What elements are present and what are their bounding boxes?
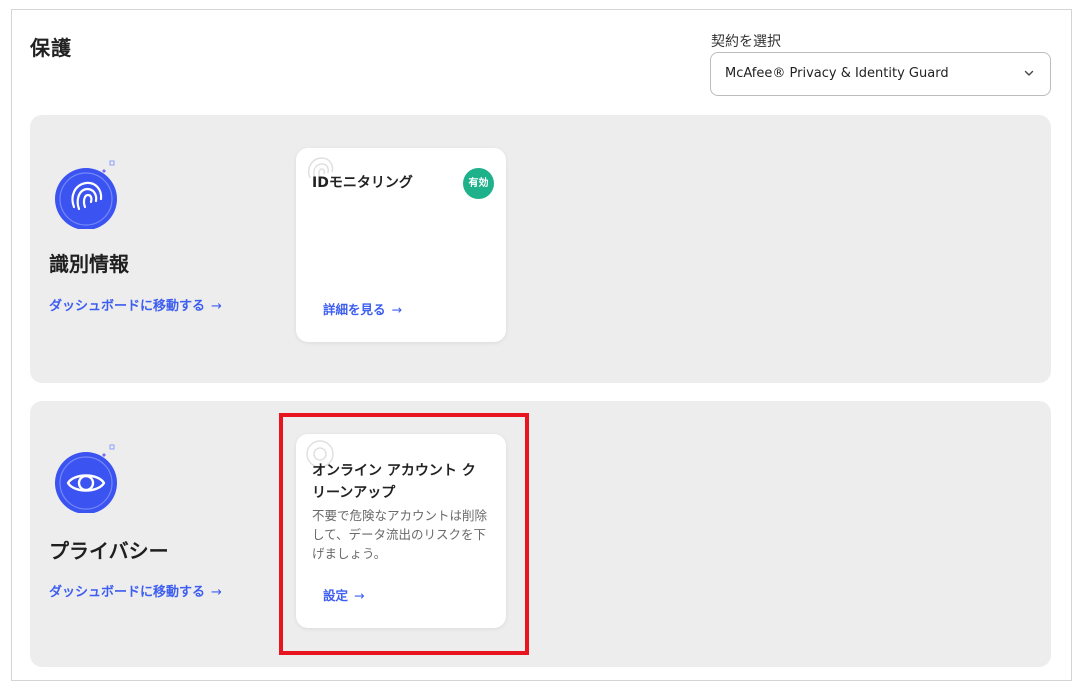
fingerprint-icon [55, 160, 117, 229]
contract-select-label: 契約を選択 [711, 34, 781, 50]
arrow-right-icon: → [354, 588, 365, 603]
id-monitoring-card[interactable]: IDモニタリング 有効 詳細を見る → [296, 148, 506, 342]
setup-link[interactable]: 設定 → [323, 585, 365, 604]
setup-link-label: 設定 [323, 588, 349, 603]
identity-dashboard-link-label: ダッシュボードに移動する [49, 299, 206, 314]
status-badge: 有効 [463, 168, 494, 199]
contract-select[interactable]: McAfee® Privacy & Identity Guard [710, 52, 1051, 96]
arrow-right-icon: → [391, 302, 402, 317]
view-details-link[interactable]: 詳細を見る → [323, 299, 402, 318]
privacy-section: プライバシー ダッシュボードに移動する → オンライン アカウント クリーンアップ… [30, 401, 1051, 667]
id-monitoring-card-title: IDモニタリング [312, 175, 413, 191]
identity-section-title: 識別情報 [49, 252, 129, 276]
identity-dashboard-link[interactable]: ダッシュボードに移動する → [49, 295, 222, 314]
account-cleanup-card-description: 不要で危険なアカウントは削除して、データ流出のリスクを下げましょう。 [312, 508, 488, 561]
view-details-link-label: 詳細を見る [323, 302, 386, 317]
account-cleanup-card-title: オンライン アカウント クリーンアップ [312, 463, 476, 501]
privacy-section-title: プライバシー [49, 539, 169, 563]
identity-section: 識別情報 ダッシュボードに移動する → IDモニタリング 有効 詳細を見る → [30, 115, 1051, 383]
privacy-dashboard-link[interactable]: ダッシュボードに移動する → [49, 581, 222, 600]
privacy-dashboard-link-label: ダッシュボードに移動する [49, 585, 206, 600]
account-cleanup-card[interactable]: オンライン アカウント クリーンアップ 不要で危険なアカウントは削除して、データ… [296, 434, 506, 628]
arrow-right-icon: → [211, 585, 222, 600]
contract-select-value: McAfee® Privacy & Identity Guard [725, 66, 949, 81]
eye-icon [55, 444, 117, 513]
arrow-right-icon: → [211, 299, 222, 314]
page-title: 保護 [30, 36, 72, 60]
chevron-down-icon [1024, 70, 1034, 76]
